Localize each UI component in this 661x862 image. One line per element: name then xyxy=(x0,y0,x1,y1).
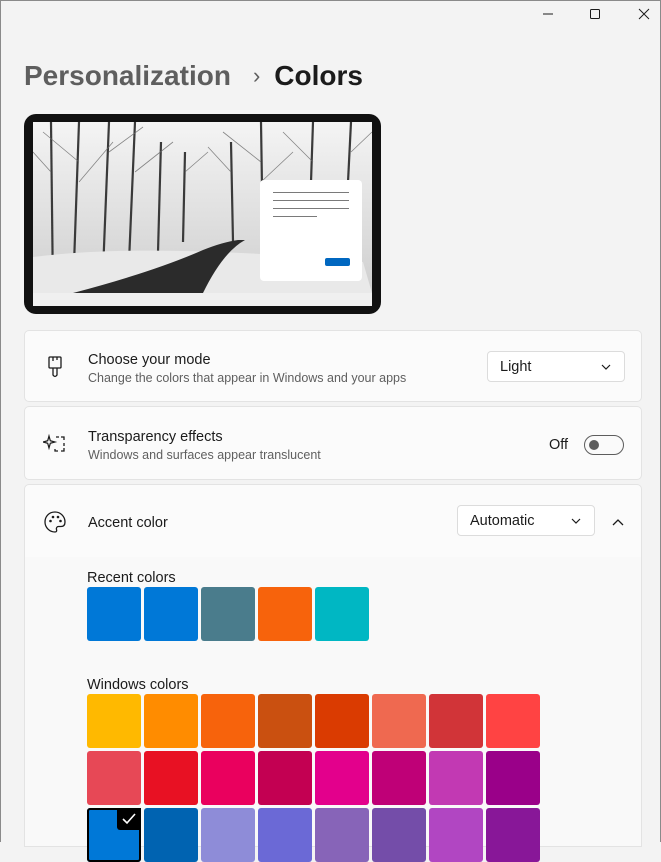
theme-preview xyxy=(24,114,381,314)
windows-color-swatch[interactable] xyxy=(315,751,369,805)
accent-dropdown-value: Automatic xyxy=(470,512,535,529)
brush-icon xyxy=(48,356,62,378)
minimize-icon xyxy=(543,13,553,15)
transparency-description: Windows and surfaces appear translucent xyxy=(88,448,321,462)
windows-color-swatch[interactable] xyxy=(315,808,369,862)
windows-color-swatch[interactable] xyxy=(486,751,540,805)
close-button[interactable] xyxy=(624,0,661,28)
windows-color-swatch[interactable] xyxy=(429,751,483,805)
transparency-title: Transparency effects xyxy=(88,429,223,445)
windows-color-swatch[interactable] xyxy=(258,808,312,862)
windows-color-swatch[interactable] xyxy=(372,808,426,862)
windows-color-swatch[interactable] xyxy=(201,694,255,748)
page-title: Colors xyxy=(274,60,363,91)
windows-color-swatch[interactable] xyxy=(372,694,426,748)
accent-dropdown[interactable]: Automatic xyxy=(457,505,595,536)
mode-dropdown[interactable]: Light xyxy=(487,351,625,382)
windows-color-swatch[interactable] xyxy=(486,808,540,862)
recent-color-swatch[interactable] xyxy=(315,587,369,641)
mode-dropdown-value: Light xyxy=(500,358,532,375)
recent-color-swatch[interactable] xyxy=(87,587,141,641)
windows-color-swatch[interactable] xyxy=(87,751,141,805)
preview-dialog-line xyxy=(273,208,349,209)
preview-dialog xyxy=(260,180,362,281)
mode-card: Choose your mode Change the colors that … xyxy=(24,330,642,402)
palette-icon xyxy=(44,511,66,533)
breadcrumb-chevron-icon: › xyxy=(252,63,261,88)
windows-color-swatch[interactable] xyxy=(258,751,312,805)
windows-color-swatch[interactable] xyxy=(486,694,540,748)
recent-colors-label: Recent colors xyxy=(87,570,176,586)
windows-color-swatch[interactable] xyxy=(429,694,483,748)
checkmark-icon xyxy=(117,808,141,830)
windows-color-swatch[interactable] xyxy=(144,751,198,805)
preview-dialog-line xyxy=(273,192,349,193)
transparency-toggle[interactable] xyxy=(584,435,624,455)
recent-color-swatch[interactable] xyxy=(144,587,198,641)
maximize-button[interactable] xyxy=(575,0,615,28)
mode-description: Change the colors that appear in Windows… xyxy=(88,371,407,385)
windows-color-swatch[interactable] xyxy=(144,808,198,862)
breadcrumb: Personalization › Colors xyxy=(24,60,363,92)
accent-card[interactable]: Accent color Automatic xyxy=(24,484,642,558)
chevron-down-icon xyxy=(601,364,611,370)
sparkle-icon xyxy=(43,433,65,452)
windows-colors-label: Windows colors xyxy=(87,677,189,693)
windows-color-swatch[interactable] xyxy=(372,751,426,805)
windows-color-swatch[interactable] xyxy=(144,694,198,748)
recent-color-swatch[interactable] xyxy=(258,587,312,641)
maximize-icon xyxy=(590,9,600,19)
windows-color-swatch[interactable] xyxy=(315,694,369,748)
accent-title: Accent color xyxy=(88,515,168,531)
toggle-knob xyxy=(589,440,599,450)
close-icon xyxy=(638,8,650,20)
breadcrumb-parent-link[interactable]: Personalization xyxy=(24,60,231,92)
recent-color-swatch[interactable] xyxy=(201,587,255,641)
transparency-card: Transparency effects Windows and surface… xyxy=(24,406,642,480)
windows-color-swatch[interactable] xyxy=(201,751,255,805)
windows-color-swatch[interactable] xyxy=(258,694,312,748)
preview-accent-button xyxy=(325,258,350,266)
windows-color-swatch[interactable] xyxy=(87,808,141,862)
windows-color-swatch[interactable] xyxy=(201,808,255,862)
preview-dialog-line xyxy=(273,200,349,201)
windows-color-swatch[interactable] xyxy=(87,694,141,748)
preview-dialog-line xyxy=(273,216,317,217)
mode-title: Choose your mode xyxy=(88,352,211,368)
minimize-button[interactable] xyxy=(528,0,568,28)
chevron-down-icon xyxy=(571,518,581,524)
chevron-up-icon[interactable] xyxy=(611,515,625,529)
preview-screen xyxy=(33,122,372,306)
transparency-toggle-label: Off xyxy=(549,437,569,453)
windows-color-swatch[interactable] xyxy=(429,808,483,862)
